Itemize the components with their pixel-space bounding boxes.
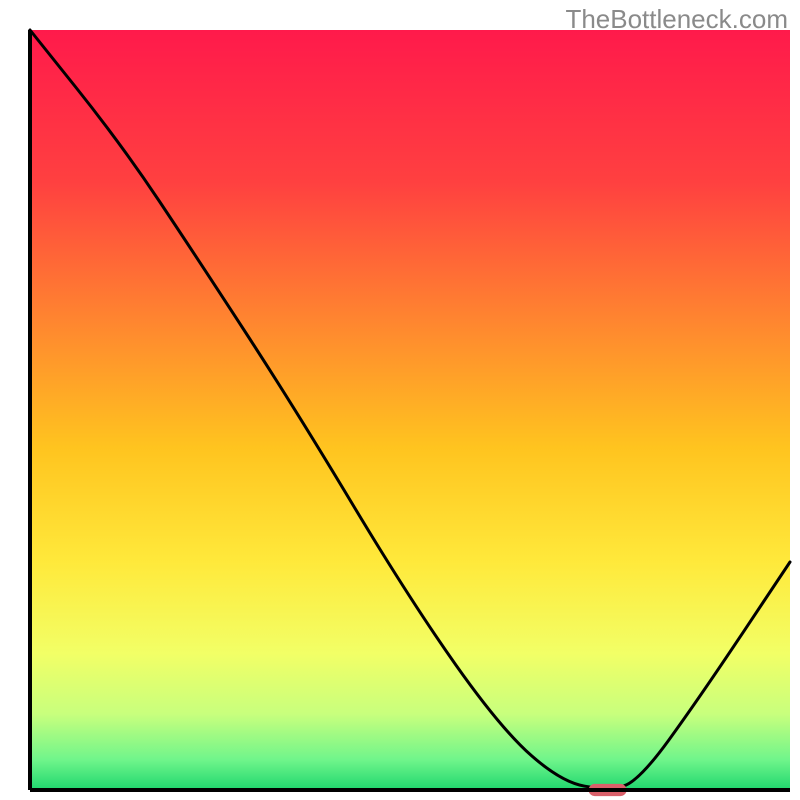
watermark-text: TheBottleneck.com — [565, 4, 788, 35]
heatmap-background — [30, 30, 790, 790]
chart-container: TheBottleneck.com — [0, 0, 800, 800]
bottleneck-chart — [0, 0, 800, 800]
